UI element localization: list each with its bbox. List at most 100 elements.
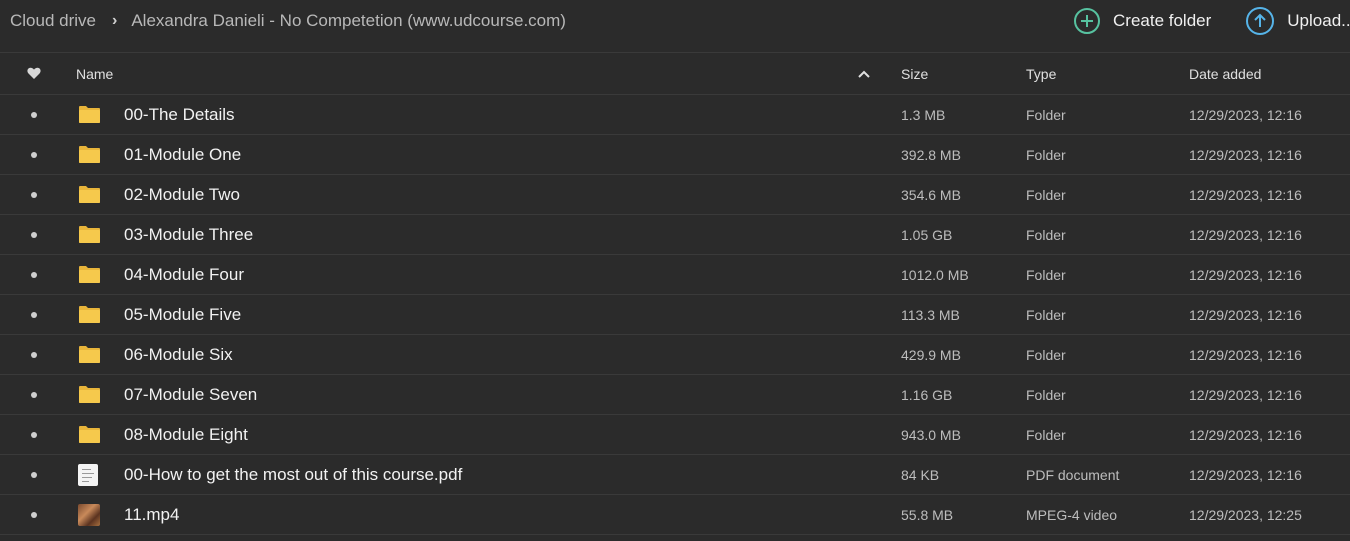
breadcrumb-root-link[interactable]: Cloud drive — [10, 11, 96, 31]
file-type: Folder — [1026, 106, 1066, 123]
favorite-toggle[interactable] — [24, 175, 44, 214]
favorite-toggle[interactable] — [24, 495, 44, 534]
dot-icon — [31, 191, 37, 198]
folder-icon — [78, 335, 102, 374]
dot-icon — [31, 311, 37, 318]
folder-icon — [78, 375, 102, 414]
file-size: 1.05 GB — [901, 226, 953, 243]
type-column-header[interactable]: Type — [1026, 53, 1056, 94]
file-date-added: 12/29/2023, 12:16 — [1189, 426, 1302, 443]
favorite-toggle[interactable] — [24, 95, 44, 134]
file-size: 1012.0 MB — [901, 266, 969, 283]
folder-icon — [78, 255, 102, 294]
heart-icon — [27, 67, 41, 79]
dot-icon — [31, 351, 37, 358]
file-date-added: 12/29/2023, 12:16 — [1189, 306, 1302, 323]
file-date-added: 12/29/2023, 12:16 — [1189, 386, 1302, 403]
table-header: Name Size Type Date added — [0, 52, 1350, 95]
file-date-added: 12/29/2023, 12:16 — [1189, 226, 1302, 243]
breadcrumb: Cloud drive › Alexandra Danieli - No Com… — [10, 11, 566, 31]
favorite-toggle[interactable] — [24, 215, 44, 254]
table-row[interactable]: 07-Module Seven 1.16 GB Folder 12/29/2023, … — [0, 375, 1350, 415]
file-name[interactable]: 01-Module One — [124, 135, 241, 174]
name-column-header[interactable]: Name — [76, 53, 113, 94]
upload-label: Upload... — [1287, 11, 1350, 30]
breadcrumb-current: Alexandra Danieli - No Competetion (www.… — [131, 11, 566, 30]
file-type: Folder — [1026, 346, 1066, 363]
table-row[interactable]: 03-Module Three 1.05 GB Folder 12/29/2023, … — [0, 215, 1350, 255]
favorite-toggle[interactable] — [24, 415, 44, 454]
file-name[interactable]: 03-Module Three — [124, 215, 253, 254]
file-name[interactable]: 02-Module Two — [124, 175, 240, 214]
file-size: 429.9 MB — [901, 346, 961, 363]
dot-icon — [31, 391, 37, 398]
file-size: 1.16 GB — [901, 386, 953, 403]
file-size: 55.8 MB — [901, 506, 954, 523]
file-name[interactable]: 11.mp4 — [124, 495, 179, 534]
table-row[interactable]: 04-Module Four 1012.0 MB Folder 12/29/2023,… — [0, 255, 1350, 295]
date-added-column-header[interactable]: Date added — [1189, 53, 1261, 94]
file-size: 943.0 MB — [901, 426, 961, 443]
favorite-toggle[interactable] — [24, 335, 44, 374]
favorite-column-header[interactable] — [24, 53, 44, 94]
create-folder-button[interactable]: Create folder — [1073, 7, 1211, 35]
table-row[interactable]: 00-How to get the most out of this cours… — [0, 455, 1350, 495]
file-type: Folder — [1026, 426, 1066, 443]
file-size: 113.3 MB — [901, 306, 960, 323]
dot-icon — [31, 151, 37, 158]
file-type: Folder — [1026, 266, 1066, 283]
file-size: 354.6 MB — [901, 186, 961, 203]
dot-icon — [31, 231, 37, 238]
file-size: 1.3 MB — [901, 106, 946, 123]
file-name[interactable]: 05-Module Five — [124, 295, 241, 334]
top-bar: Cloud drive › Alexandra Danieli - No Com… — [0, 0, 1350, 40]
favorite-toggle[interactable] — [24, 295, 44, 334]
folder-icon — [78, 175, 102, 214]
folder-icon — [78, 295, 102, 334]
plus-circle-icon — [1074, 8, 1100, 34]
file-name[interactable]: 00-How to get the most out of this cours… — [124, 455, 462, 494]
pdf-icon — [78, 455, 102, 494]
file-size: 392.8 MB — [901, 146, 961, 163]
table-row[interactable]: 00-The Details 1.3 MB Folder 12/29/2023, 12… — [0, 95, 1350, 135]
file-size: 84 KB — [901, 466, 940, 483]
toolbar-actions: Create folder Upload... — [1073, 6, 1350, 36]
file-name[interactable]: 00-The Details — [124, 95, 235, 134]
file-date-added: 12/29/2023, 12:16 — [1189, 186, 1302, 203]
file-type: PDF document — [1026, 466, 1120, 483]
chevron-up-icon[interactable] — [858, 53, 870, 94]
folder-icon — [78, 95, 102, 134]
file-table: Name Size Type Date added 00-The Details… — [0, 52, 1350, 535]
folder-icon — [78, 135, 102, 174]
table-row[interactable]: 05-Module Five 113.3 MB Folder 12/29/2023, … — [0, 295, 1350, 335]
folder-icon — [78, 415, 102, 454]
upload-button[interactable]: Upload... — [1245, 6, 1350, 36]
file-date-added: 12/29/2023, 12:16 — [1189, 346, 1302, 363]
table-row[interactable]: 06-Module Six 429.9 MB Folder 12/29/2023, 1… — [0, 335, 1350, 375]
file-type: Folder — [1026, 146, 1066, 163]
table-row[interactable]: 11.mp4 55.8 MB MPEG-4 video 12/29/2023, 12:… — [0, 495, 1350, 535]
file-type: Folder — [1026, 186, 1066, 203]
dot-icon — [31, 431, 37, 438]
file-name[interactable]: 06-Module Six — [124, 335, 233, 374]
table-row[interactable]: 02-Module Two 354.6 MB Folder 12/29/2023, 1… — [0, 175, 1350, 215]
file-date-added: 12/29/2023, 12:16 — [1189, 106, 1302, 123]
file-name[interactable]: 04-Module Four — [124, 255, 244, 294]
file-name[interactable]: 08-Module Eight — [124, 415, 248, 454]
file-name[interactable]: 07-Module Seven — [124, 375, 257, 414]
favorite-toggle[interactable] — [24, 255, 44, 294]
file-type: Folder — [1026, 386, 1066, 403]
favorite-toggle[interactable] — [24, 375, 44, 414]
favorite-toggle[interactable] — [24, 455, 44, 494]
folder-icon — [78, 215, 102, 254]
table-row[interactable]: 08-Module Eight 943.0 MB Folder 12/29/2023,… — [0, 415, 1350, 455]
create-folder-label: Create folder — [1113, 11, 1212, 30]
size-column-header[interactable]: Size — [901, 53, 928, 94]
file-date-added: 12/29/2023, 12:16 — [1189, 146, 1302, 163]
dot-icon — [31, 511, 37, 518]
favorite-toggle[interactable] — [24, 135, 44, 174]
dot-icon — [31, 111, 37, 118]
table-row[interactable]: 01-Module One 392.8 MB Folder 12/29/2023, 1… — [0, 135, 1350, 175]
file-date-added: 12/29/2023, 12:16 — [1189, 266, 1302, 283]
chevron-right-icon: › — [112, 12, 118, 29]
